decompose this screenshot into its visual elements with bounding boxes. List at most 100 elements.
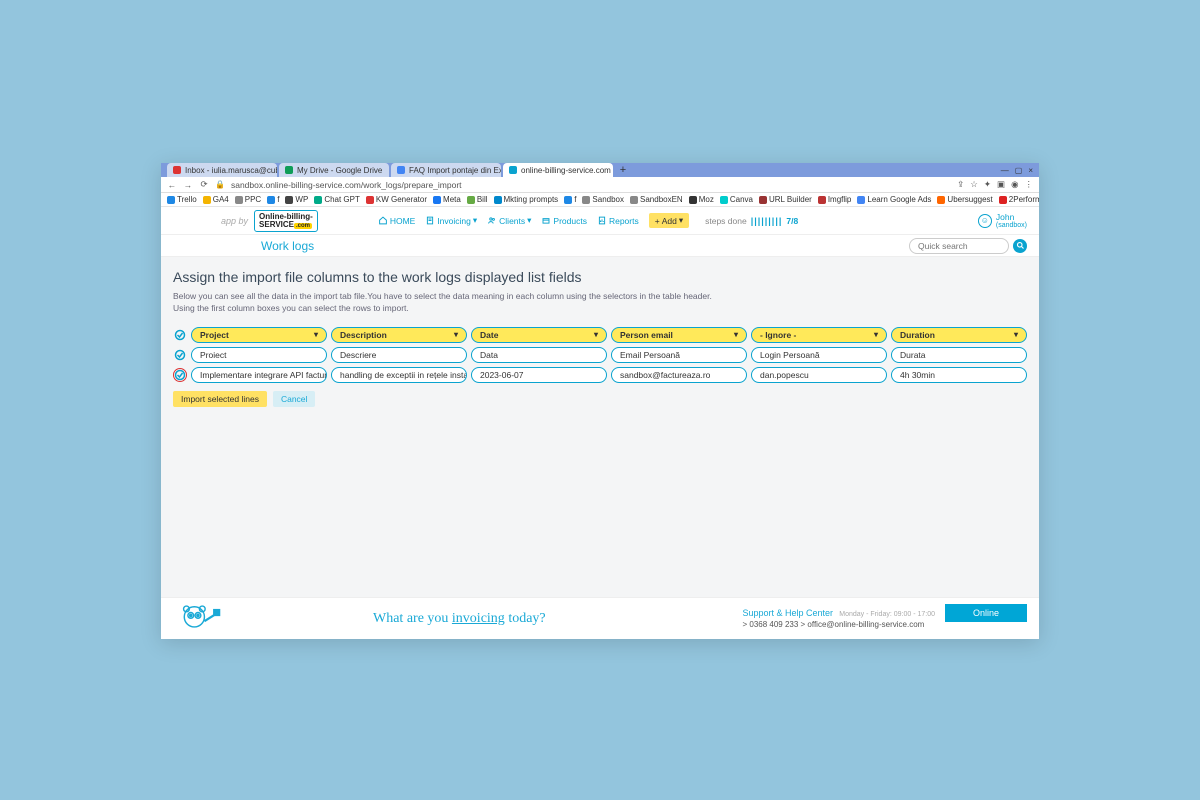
bookmark-item[interactable]: SandboxEN bbox=[630, 195, 683, 204]
column-select[interactable]: - Ignore -▾ bbox=[751, 327, 887, 343]
bookmark-item[interactable]: 2Performant bbox=[999, 195, 1039, 204]
bookmark-favicon-icon bbox=[203, 196, 211, 204]
maximize-icon[interactable]: ▢ bbox=[1015, 166, 1023, 175]
bookmark-item[interactable]: URL Builder bbox=[759, 195, 812, 204]
bookmark-item[interactable]: Meta bbox=[433, 195, 461, 204]
column-select[interactable]: Date▾ bbox=[471, 327, 607, 343]
content-title: Assign the import file columns to the wo… bbox=[173, 269, 1027, 285]
chevron-down-icon: ▾ bbox=[594, 329, 598, 341]
bookmark-item[interactable]: Mkting prompts bbox=[494, 195, 559, 204]
products-icon bbox=[541, 216, 551, 225]
close-window-icon[interactable]: × bbox=[1028, 166, 1033, 175]
bookmark-favicon-icon bbox=[818, 196, 826, 204]
reload-icon[interactable]: ⟳ bbox=[199, 179, 209, 190]
select-all-checkbox[interactable] bbox=[173, 328, 187, 342]
puzzle-icon[interactable]: ▣ bbox=[997, 179, 1005, 190]
data-cell: Login Persoană bbox=[751, 347, 887, 363]
column-select[interactable]: Description▾ bbox=[331, 327, 467, 343]
nav-reports[interactable]: Reports bbox=[597, 216, 639, 226]
chat-button[interactable]: Online bbox=[945, 604, 1027, 622]
chevron-down-icon: ▾ bbox=[454, 329, 458, 341]
menu-icon[interactable]: ⋮ bbox=[1025, 179, 1034, 190]
nav-invoicing[interactable]: Invoicing▾ bbox=[425, 215, 477, 226]
bookmark-item[interactable]: f bbox=[564, 195, 576, 204]
bookmark-item[interactable]: Moz bbox=[689, 195, 714, 204]
favicon-icon bbox=[173, 166, 181, 174]
user-avatar-icon: ☺ bbox=[978, 214, 992, 228]
favicon-icon bbox=[397, 166, 405, 174]
support-title[interactable]: Support & Help Center bbox=[742, 608, 833, 618]
browser-tab[interactable]: FAQ Import pontaje din Exc…× bbox=[391, 163, 501, 177]
bookmark-item[interactable]: Trello bbox=[167, 195, 197, 204]
bookmark-item[interactable]: f bbox=[267, 195, 279, 204]
import-button[interactable]: Import selected lines bbox=[173, 391, 267, 407]
url-text[interactable]: sandbox.online-billing-service.com/work_… bbox=[231, 180, 951, 190]
add-button[interactable]: +Add▾ bbox=[649, 213, 689, 228]
bookmark-favicon-icon bbox=[720, 196, 728, 204]
extension-icon[interactable]: ✦ bbox=[984, 179, 991, 190]
page-title: Work logs bbox=[261, 239, 314, 253]
row-checkbox[interactable] bbox=[173, 348, 187, 362]
browser-tab-active[interactable]: online-billing-service.com : S…× bbox=[503, 163, 613, 177]
window-controls: — ▢ × bbox=[1001, 163, 1039, 177]
bookmark-item[interactable]: Chat GPT bbox=[314, 195, 360, 204]
new-tab-button[interactable]: + bbox=[615, 163, 631, 177]
search-icon[interactable] bbox=[1013, 239, 1027, 253]
data-cell: Descriere bbox=[331, 347, 467, 363]
brand-logo[interactable]: Online-billing- SERVICE.com bbox=[254, 210, 318, 232]
clients-icon bbox=[487, 216, 497, 225]
bookmark-item[interactable]: WP bbox=[285, 195, 308, 204]
share-icon[interactable]: ⇪ bbox=[957, 179, 964, 190]
bookmark-favicon-icon bbox=[937, 196, 945, 204]
bookmark-item[interactable]: Canva bbox=[720, 195, 753, 204]
search-input[interactable] bbox=[909, 238, 1009, 254]
bookmarks-bar: Trello GA4 PPC f WP Chat GPT KW Generator Meta B… bbox=[161, 193, 1039, 207]
avatar-icon[interactable]: ◉ bbox=[1011, 179, 1018, 190]
bookmark-label: SandboxEN bbox=[640, 195, 683, 204]
bookmark-item[interactable]: Sandbox bbox=[582, 195, 624, 204]
chevron-down-icon: ▾ bbox=[874, 329, 878, 341]
minimize-icon[interactable]: — bbox=[1001, 166, 1009, 175]
bookmark-favicon-icon bbox=[564, 196, 572, 204]
column-select[interactable]: Project▾ bbox=[191, 327, 327, 343]
user-menu[interactable]: ☺ John (sandbox) bbox=[978, 212, 1027, 229]
column-select[interactable]: Person email▾ bbox=[611, 327, 747, 343]
steps-indicator: steps done ||||||||| 7/8 bbox=[705, 216, 798, 226]
reports-icon bbox=[597, 216, 607, 225]
cancel-button[interactable]: Cancel bbox=[273, 391, 315, 407]
bookmark-label: GA4 bbox=[213, 195, 229, 204]
bookmark-favicon-icon bbox=[759, 196, 767, 204]
data-cell: handling de exceptii in rețele instabile bbox=[331, 367, 467, 383]
user-name: John bbox=[996, 212, 1027, 222]
sub-header: Work logs bbox=[161, 235, 1039, 257]
tab-strip: Inbox - iulia.marusca@cubu…× My Drive - … bbox=[161, 163, 1039, 177]
bookmark-item[interactable]: KW Generator bbox=[366, 195, 427, 204]
bookmark-item[interactable]: Ubersuggest bbox=[937, 195, 992, 204]
main-content: Assign the import file columns to the wo… bbox=[161, 257, 1039, 597]
bookmark-item[interactable]: Bill bbox=[467, 195, 488, 204]
forward-icon[interactable]: → bbox=[183, 180, 193, 190]
bookmark-favicon-icon bbox=[167, 196, 175, 204]
chevron-down-icon: ▾ bbox=[1014, 329, 1018, 341]
bookmark-item[interactable]: GA4 bbox=[203, 195, 229, 204]
star-icon[interactable]: ☆ bbox=[970, 179, 978, 190]
nav-products[interactable]: Products bbox=[541, 216, 587, 226]
bookmark-item[interactable]: PPC bbox=[235, 195, 261, 204]
row-checkbox-highlighted[interactable] bbox=[173, 368, 187, 382]
bookmark-label: PPC bbox=[245, 195, 261, 204]
bookmark-favicon-icon bbox=[314, 196, 322, 204]
bookmark-label: Bill bbox=[477, 195, 488, 204]
bookmark-favicon-icon bbox=[467, 196, 475, 204]
data-row: Implementare integrare API factureaza.ro… bbox=[173, 367, 1027, 383]
bookmark-item[interactable]: Imgflip bbox=[818, 195, 852, 204]
chevron-down-icon: ▾ bbox=[679, 215, 683, 226]
nav-clients[interactable]: Clients▾ bbox=[487, 215, 531, 226]
browser-tab[interactable]: Inbox - iulia.marusca@cubu…× bbox=[167, 163, 277, 177]
data-cell: Proiect bbox=[191, 347, 327, 363]
browser-tab[interactable]: My Drive - Google Drive× bbox=[279, 163, 389, 177]
bookmark-item[interactable]: Learn Google Ads bbox=[857, 195, 931, 204]
column-select[interactable]: Duration▾ bbox=[891, 327, 1027, 343]
close-icon[interactable]: × bbox=[388, 165, 389, 175]
back-icon[interactable]: ← bbox=[167, 180, 177, 190]
nav-home[interactable]: HOME bbox=[378, 216, 416, 226]
